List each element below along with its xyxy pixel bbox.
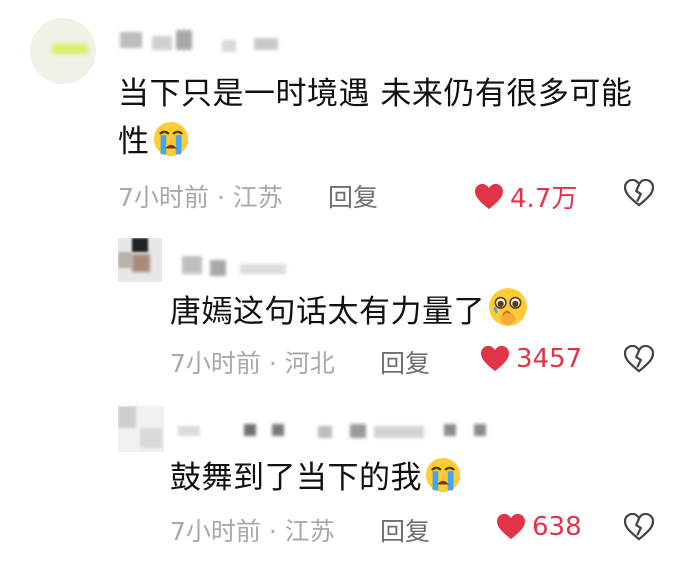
dislike-button[interactable] <box>623 178 655 211</box>
like-count: 3457 <box>516 344 583 374</box>
like-count: 638 <box>532 512 582 542</box>
comment-3: 鼓舞到了当下的我 7小时前 · 江苏 回复 638 <box>0 390 690 564</box>
timestamp-location: 7小时前 · 江苏 <box>118 183 283 212</box>
comment-1: 当下只是一时境遇 未来仍有很多可能 性 7小时前 · 江苏 回复 4.7万 <box>0 0 690 220</box>
comment-text-line1: 唐嫣这句话太有力量了 <box>170 294 485 330</box>
dislike-button[interactable] <box>623 344 655 377</box>
reply-button[interactable]: 回复 <box>380 344 430 380</box>
dislike-button[interactable] <box>623 512 655 545</box>
like-button[interactable]: 3457 <box>480 344 582 374</box>
reply-button[interactable]: 回复 <box>328 178 378 214</box>
timestamp-location: 7小时前 · 河北 <box>170 349 335 378</box>
avatar[interactable] <box>30 18 96 84</box>
comment-text-line1: 当下只是一时境遇 未来仍有很多可能 <box>118 76 633 112</box>
like-button[interactable]: 638 <box>496 512 582 542</box>
comment-text-line2: 性 <box>118 124 150 160</box>
broken-heart-icon <box>623 178 655 211</box>
avatar[interactable] <box>118 406 164 452</box>
timestamp-location: 7小时前 · 江苏 <box>170 517 335 546</box>
comment-2: 唐嫣这句话太有力量了 7小时前 · 河北 回复 3457 <box>0 220 690 390</box>
comment-text: 当下只是一时境遇 未来仍有很多可能 性 <box>118 70 632 172</box>
heart-icon <box>496 513 526 541</box>
comment-text-line1: 鼓舞到了当下的我 <box>170 460 422 496</box>
avatar[interactable] <box>118 238 162 282</box>
broken-heart-icon <box>623 512 655 545</box>
reply-button[interactable]: 回复 <box>380 512 430 548</box>
broken-heart-icon <box>623 344 655 377</box>
heart-icon <box>480 345 510 373</box>
face-holding-back-tears-icon <box>487 286 529 342</box>
loudly-crying-face-icon <box>424 456 462 508</box>
comment-text: 唐嫣这句话太有力量了 <box>170 286 529 342</box>
like-button[interactable]: 4.7万 <box>474 178 577 215</box>
like-count: 4.7万 <box>510 184 578 214</box>
heart-icon <box>474 183 504 211</box>
loudly-crying-face-icon <box>152 120 190 172</box>
comment-text: 鼓舞到了当下的我 <box>170 454 462 508</box>
